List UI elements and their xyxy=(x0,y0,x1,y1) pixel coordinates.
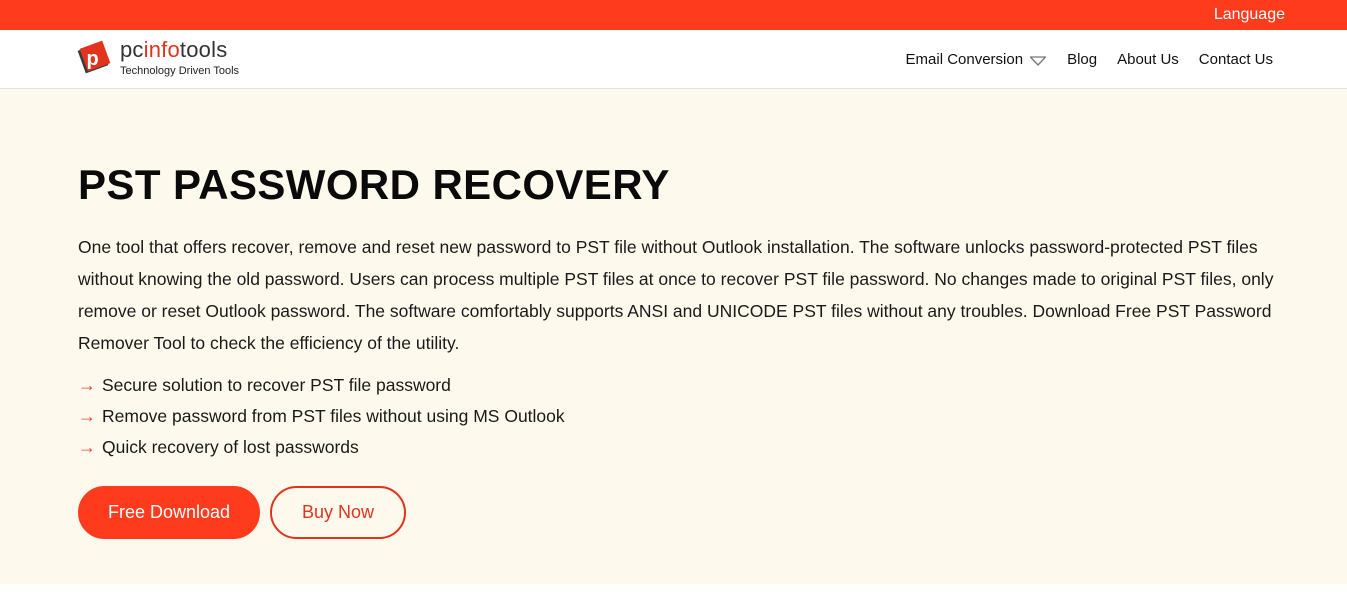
page-title: PST PASSWORD RECOVERY xyxy=(78,161,670,208)
feature-text: Quick recovery of lost passwords xyxy=(102,437,359,457)
logo-name-suffix: tools xyxy=(179,37,228,62)
hero-description: One tool that offers recover, remove and… xyxy=(78,237,1274,353)
free-download-button[interactable]: Free Download xyxy=(78,486,260,539)
nav-contact-us[interactable]: Contact Us xyxy=(1199,51,1273,68)
main-nav: Email Conversion Blog About Us Contact U… xyxy=(906,30,1273,89)
nav-email-conversion-label: Email Conversion xyxy=(905,51,1024,68)
logo[interactable]: p pcinfotools Technology Driven Tools xyxy=(72,37,239,79)
arrow-right-icon: → xyxy=(78,406,96,426)
feature-item: → Remove password from PST files without… xyxy=(78,401,565,432)
logo-name-prefix: pc xyxy=(120,37,144,62)
logo-mark-letter: p xyxy=(87,48,99,70)
feature-text: Secure solution to recover PST file pass… xyxy=(102,375,451,395)
buy-now-button[interactable]: Buy Now xyxy=(270,486,406,539)
arrow-right-icon: → xyxy=(78,375,96,395)
logo-name: pcinfotools xyxy=(120,39,239,61)
logo-tagline: Technology Driven Tools xyxy=(120,65,240,77)
arrow-right-icon: → xyxy=(78,437,96,457)
logo-icon: p xyxy=(72,37,114,79)
hero-section: PST PASSWORD RECOVERY One tool that offe… xyxy=(0,89,1347,584)
top-bar: Language xyxy=(0,0,1347,30)
feature-text: Remove password from PST files without u… xyxy=(102,406,565,426)
feature-list: → Secure solution to recover PST file pa… xyxy=(78,370,565,463)
feature-item: → Quick recovery of lost passwords xyxy=(78,432,565,463)
feature-item: → Secure solution to recover PST file pa… xyxy=(78,370,565,401)
nav-blog[interactable]: Blog xyxy=(1067,51,1097,68)
site-header: p pcinfotools Technology Driven Tools Em… xyxy=(0,30,1347,89)
nav-about-us[interactable]: About Us xyxy=(1117,51,1179,68)
nav-email-conversion[interactable]: Email Conversion xyxy=(906,51,1048,68)
language-link[interactable]: Language xyxy=(1214,6,1285,24)
logo-name-highlight: info xyxy=(143,37,180,62)
chevron-down-icon xyxy=(1029,54,1047,66)
